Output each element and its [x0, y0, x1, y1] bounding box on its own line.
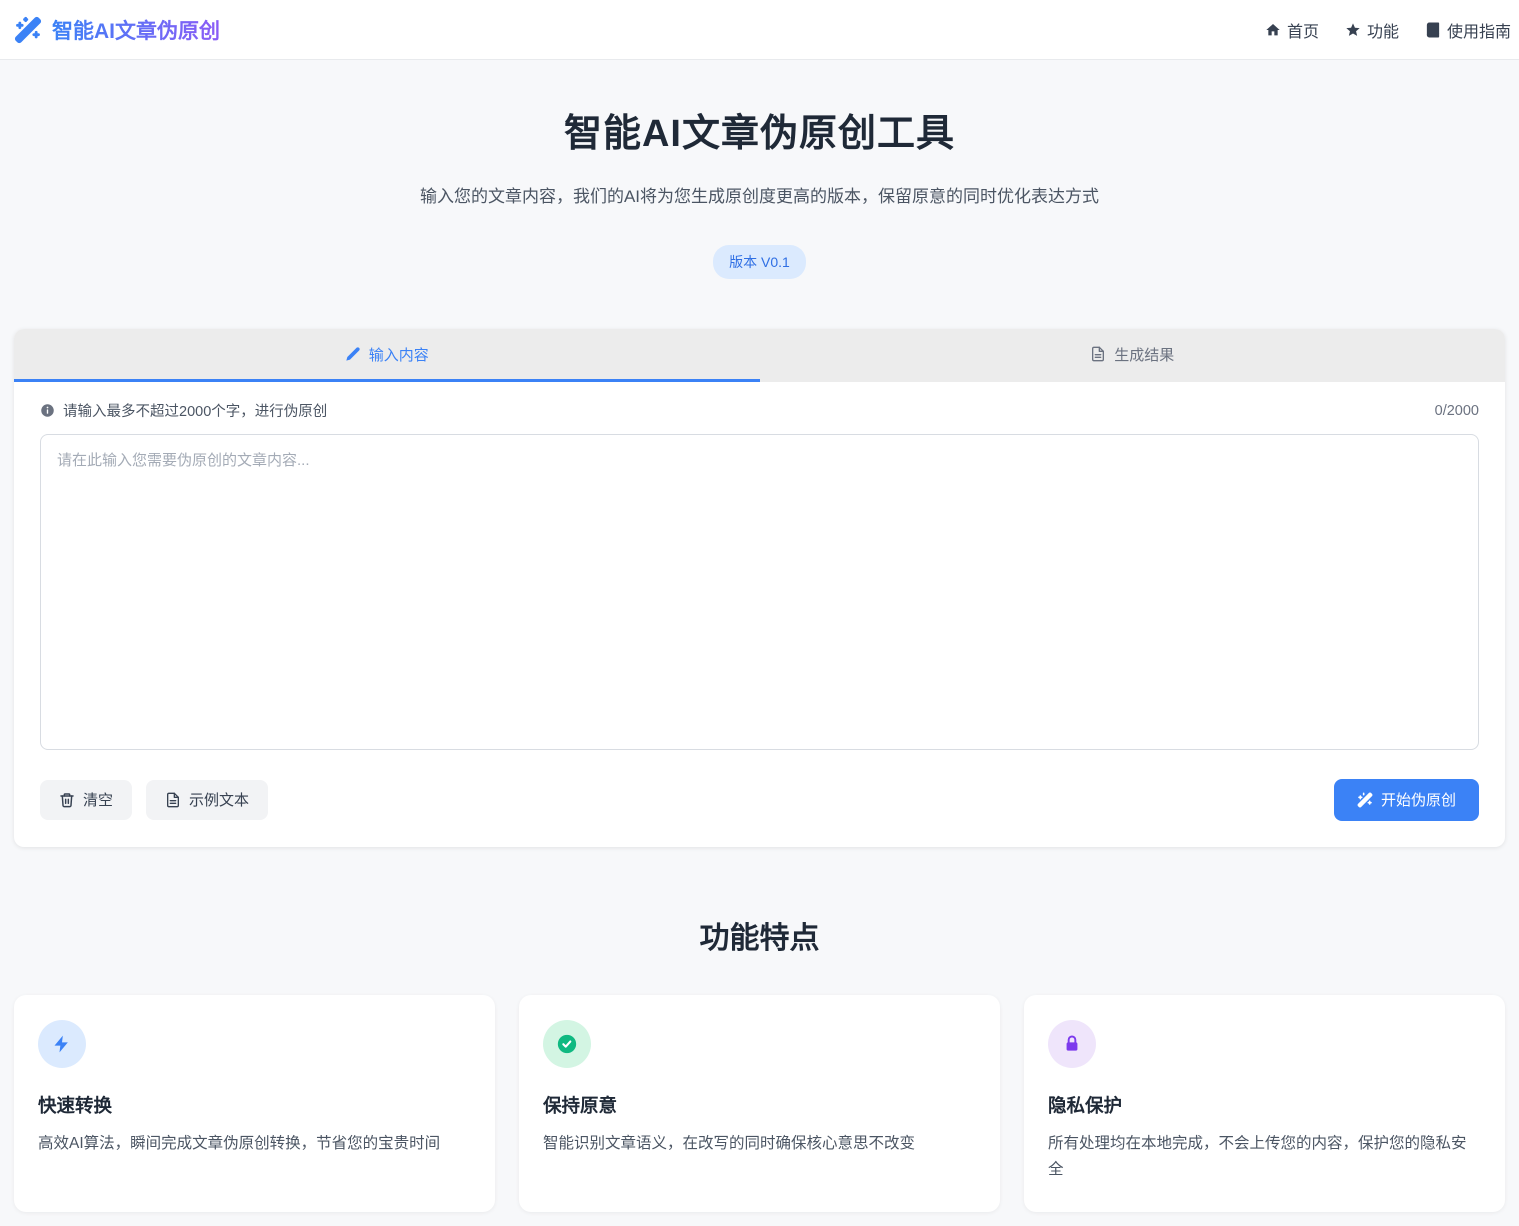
nav-item-label: 功能	[1367, 18, 1399, 42]
example-text-button-label: 示例文本	[189, 793, 249, 808]
magic-wand-icon	[14, 16, 42, 44]
char-counter: 0/2000	[1435, 403, 1479, 419]
page-subtitle: 输入您的文章内容，我们的AI将为您生成原创度更高的版本，保留原意的同时优化表达方…	[415, 183, 1105, 211]
book-icon	[1425, 22, 1441, 38]
app-header: 智能AI文章伪原创 首页 功能 使用指南	[0, 0, 1519, 60]
input-hint: 请输入最多不超过2000个字，进行伪原创	[63, 400, 327, 421]
tab-input-content[interactable]: 输入内容	[14, 329, 760, 382]
info-icon	[40, 403, 55, 418]
editor-body: 请输入最多不超过2000个字，进行伪原创 0/2000 清空	[14, 382, 1505, 847]
nav-item-features[interactable]: 功能	[1345, 18, 1399, 42]
nav-item-guide[interactable]: 使用指南	[1425, 18, 1511, 42]
article-input[interactable]	[40, 434, 1479, 750]
example-text-button[interactable]: 示例文本	[146, 780, 268, 820]
document-icon	[1090, 346, 1106, 362]
feature-card-keep-meaning: 保持原意 智能识别文章语义，在改写的同时确保核心意思不改变	[519, 995, 1000, 1212]
page-title: 智能AI文章伪原创工具	[0, 102, 1519, 157]
home-icon	[1265, 22, 1281, 38]
brand[interactable]: 智能AI文章伪原创	[14, 15, 220, 45]
tab-generated-result[interactable]: 生成结果	[760, 329, 1506, 382]
nav-item-label: 首页	[1287, 18, 1319, 42]
feature-title: 隐私保护	[1048, 1092, 1481, 1118]
feature-description: 高效AI算法，瞬间完成文章伪原创转换，节省您的宝贵时间	[38, 1131, 471, 1157]
lightning-icon	[38, 1020, 86, 1068]
document-icon	[165, 792, 181, 808]
nav-item-home[interactable]: 首页	[1265, 18, 1319, 42]
tab-label: 输入内容	[369, 344, 429, 365]
feature-card-fast-convert: 快速转换 高效AI算法，瞬间完成文章伪原创转换，节省您的宝贵时间	[14, 995, 495, 1212]
start-rewrite-button[interactable]: 开始伪原创	[1334, 779, 1479, 821]
pencil-icon	[345, 346, 361, 362]
feature-description: 所有处理均在本地完成，不会上传您的内容，保护您的隐私安全	[1048, 1131, 1481, 1182]
feature-title: 快速转换	[38, 1092, 471, 1118]
tab-label: 生成结果	[1114, 344, 1174, 365]
lock-icon	[1048, 1020, 1096, 1068]
feature-description: 智能识别文章语义，在改写的同时确保核心意思不改变	[543, 1131, 976, 1157]
tab-bar: 输入内容 生成结果	[14, 329, 1505, 382]
feature-title: 保持原意	[543, 1092, 976, 1118]
hint-row: 请输入最多不超过2000个字，进行伪原创 0/2000	[40, 400, 1479, 421]
magic-wand-icon	[1357, 792, 1373, 808]
brand-title: 智能AI文章伪原创	[52, 15, 220, 45]
features-grid: 快速转换 高效AI算法，瞬间完成文章伪原创转换，节省您的宝贵时间 保持原意 智能…	[14, 995, 1505, 1212]
trash-icon	[59, 792, 75, 808]
features-section-title: 功能特点	[0, 913, 1519, 957]
check-circle-icon	[543, 1020, 591, 1068]
hero-section: 智能AI文章伪原创工具 输入您的文章内容，我们的AI将为您生成原创度更高的版本，…	[0, 60, 1519, 279]
clear-button-label: 清空	[83, 793, 113, 808]
start-rewrite-button-label: 开始伪原创	[1381, 793, 1456, 808]
version-badge: 版本 V0.1	[713, 245, 806, 279]
clear-button[interactable]: 清空	[40, 780, 132, 820]
editor-card: 输入内容 生成结果 请输入最多不超过2000个字，进行伪原创 0/2000	[14, 329, 1505, 847]
top-nav: 首页 功能 使用指南	[1265, 18, 1511, 42]
feature-card-privacy: 隐私保护 所有处理均在本地完成，不会上传您的内容，保护您的隐私安全	[1024, 995, 1505, 1212]
star-icon	[1345, 22, 1361, 38]
actions-row: 清空 示例文本 开始伪原	[40, 779, 1479, 821]
nav-item-label: 使用指南	[1447, 18, 1511, 42]
